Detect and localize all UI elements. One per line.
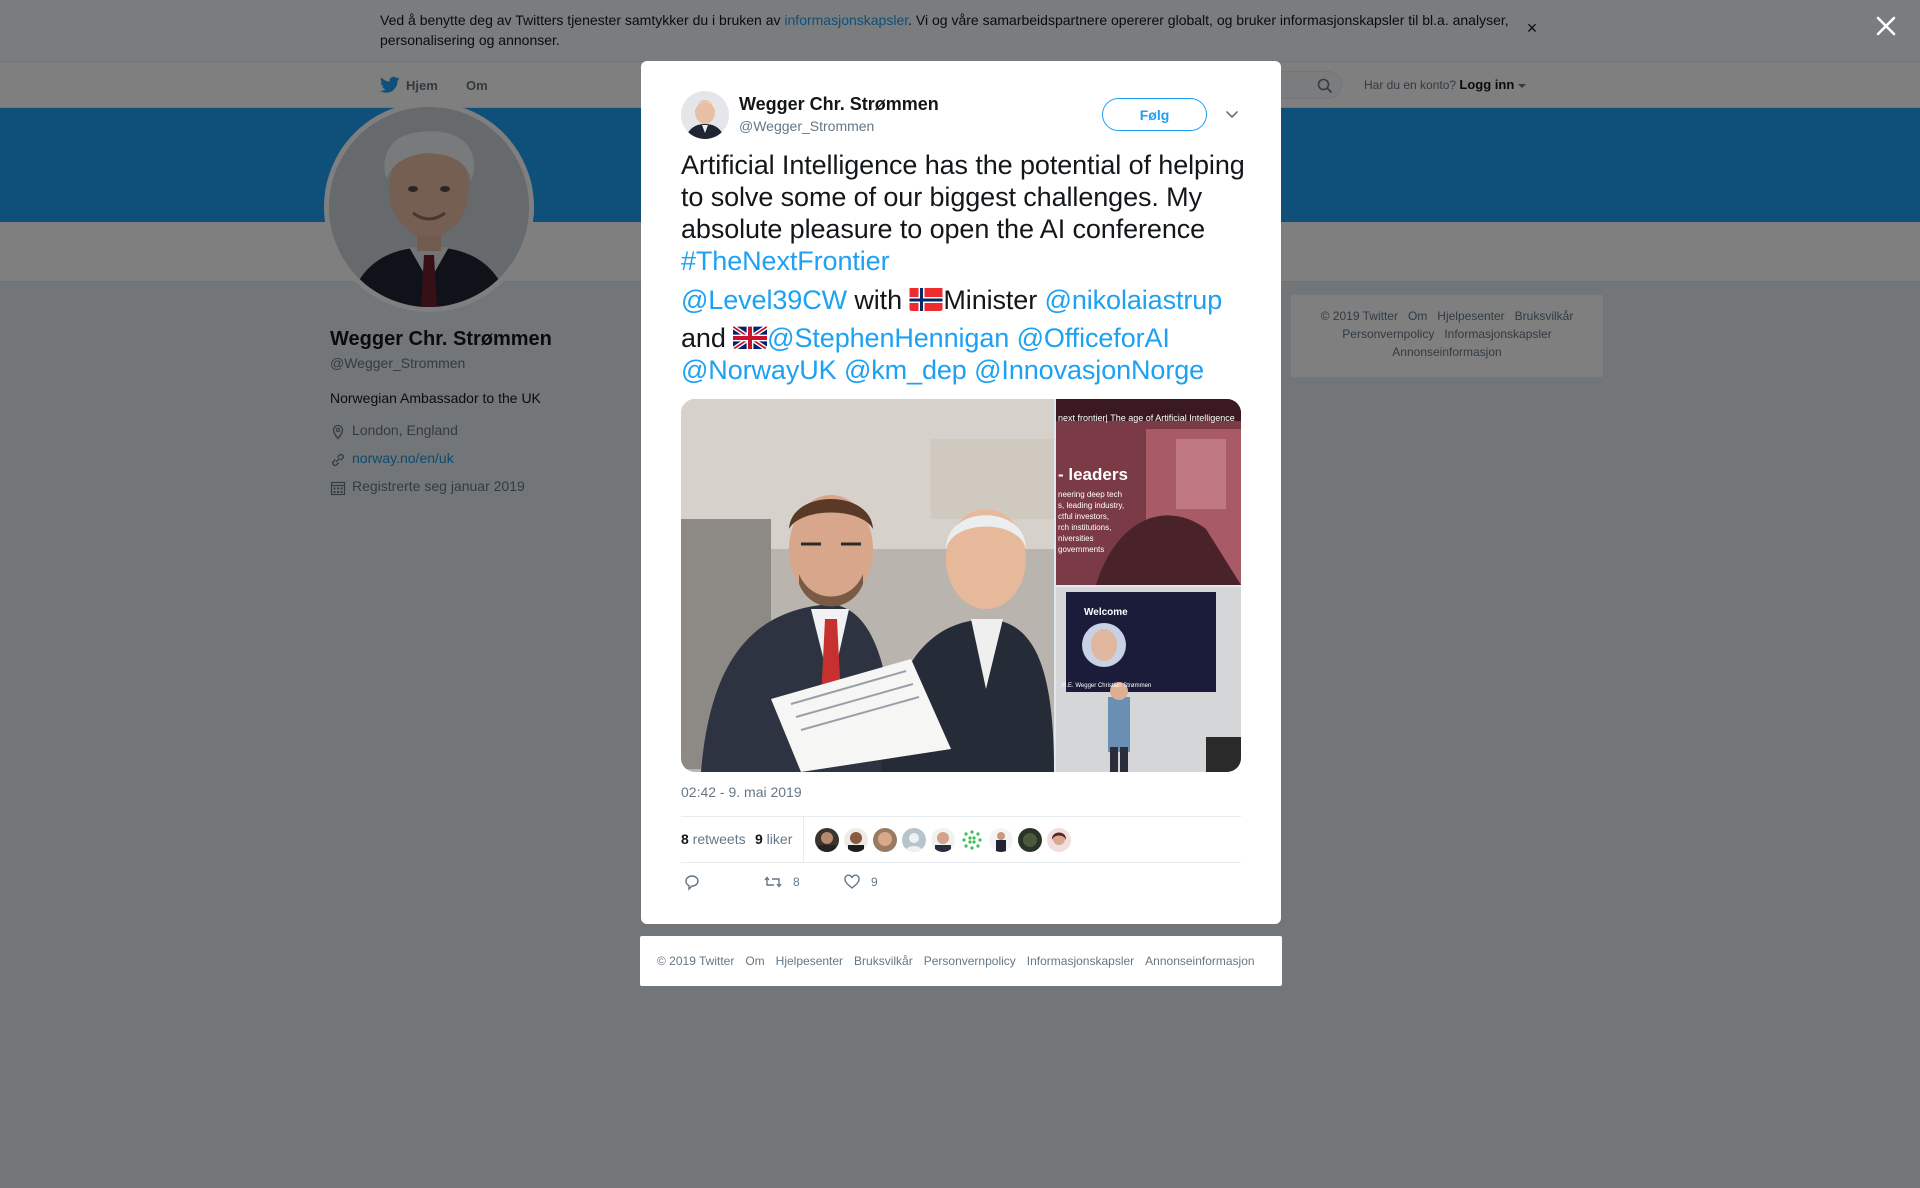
tweet-text: Artificial Intelligence has the potentia…: [681, 149, 1253, 386]
like-action-count: 9: [871, 875, 878, 889]
tweet-photo-stage[interactable]: Welcome H.E. Wegger Christian Strømmen: [1056, 587, 1241, 772]
tweet-line-2: @Level39CW with Minister @nikolaiastrup: [681, 284, 1253, 316]
liker-avatar[interactable]: [815, 828, 839, 852]
tweet-photo-slide[interactable]: next frontier| The age of Artificial Int…: [1056, 399, 1241, 585]
follow-button[interactable]: Følg: [1102, 98, 1207, 131]
slide-line: s, leading industry,: [1058, 501, 1125, 510]
retweet-count-value: 8: [681, 831, 689, 847]
photo-two-men-reading: [681, 399, 1054, 772]
retweet-count-label: retweets: [688, 831, 746, 847]
liker-avatar[interactable]: [873, 828, 897, 852]
reply-icon: [685, 875, 699, 891]
mention-link-officeforai[interactable]: @OfficeforAI: [1017, 323, 1170, 353]
tweet-line-3: and @StephenHennigan @OfficeforAI @Norwa…: [681, 322, 1253, 386]
tweet-author-handle[interactable]: @Wegger_Strommen: [739, 117, 874, 135]
tweet-timestamp[interactable]: 02:42 - 9. mai 2019: [681, 783, 802, 801]
retweet-action-count: 8: [793, 875, 800, 889]
slide-heading: - leaders: [1058, 465, 1128, 484]
tweet-text-with: with: [846, 285, 910, 315]
like-button[interactable]: 9: [843, 873, 878, 891]
liker-avatar[interactable]: [989, 828, 1013, 852]
modal-footer-ads-info[interactable]: Annonseinformasjon: [1145, 954, 1254, 968]
close-icon[interactable]: [1872, 12, 1900, 40]
reply-button[interactable]: [683, 873, 701, 891]
stats-divider: [803, 817, 804, 863]
author-avatar-image: [681, 91, 729, 139]
liker-avatars: [815, 828, 1071, 852]
retweet-button[interactable]: 8: [763, 873, 800, 891]
tweet-stats: 8 retweets 9 liker: [681, 816, 1241, 863]
retweet-count[interactable]: 8 retweets: [681, 831, 746, 847]
chevron-down-icon[interactable]: [1223, 105, 1241, 123]
slide-line: ctful investors,: [1058, 512, 1110, 521]
heart-icon: [844, 874, 860, 889]
like-count-value: 9: [755, 831, 763, 847]
mention-link-level39[interactable]: @Level39CW: [681, 285, 847, 315]
tweet-text-body: Artificial Intelligence has the potentia…: [681, 150, 1245, 244]
mention-link-innovasjonnorge[interactable]: @InnovasjonNorge: [974, 355, 1204, 385]
slide-line: niversities: [1058, 534, 1094, 543]
liker-avatar[interactable]: [960, 828, 984, 852]
slide-title: next frontier| The age of Artificial Int…: [1058, 413, 1235, 423]
modal-footer: © 2019 Twitter Om Hjelpesenter Bruksvilk…: [640, 936, 1282, 986]
slide-line: neering deep tech: [1058, 490, 1123, 499]
mention-link-stephenhennigan[interactable]: @StephenHennigan: [767, 323, 1009, 353]
mention-link-norwayuk[interactable]: @NorwayUK: [681, 355, 837, 385]
tweet-modal: Wegger Chr. Strømmen @Wegger_Strommen Fø…: [641, 61, 1281, 924]
modal-footer-copyright: © 2019 Twitter: [657, 954, 735, 968]
tweet-text-minister: Minister: [943, 285, 1045, 315]
tweet-photo-main[interactable]: [681, 399, 1054, 772]
uk-flag-icon: [733, 325, 768, 349]
tweet-author-name[interactable]: Wegger Chr. Strømmen: [739, 93, 939, 115]
tweet-text-and: and: [681, 323, 734, 353]
slide-line: governments: [1058, 545, 1105, 554]
like-count[interactable]: 9 liker: [755, 831, 792, 847]
liker-avatar[interactable]: [931, 828, 955, 852]
mention-link-nikolaiastrup[interactable]: @nikolaiastrup: [1045, 285, 1223, 315]
mention-link-km-dep[interactable]: @km_dep: [844, 355, 967, 385]
modal-footer-terms[interactable]: Bruksvilkår: [854, 954, 913, 968]
tweet-author-avatar[interactable]: [681, 91, 729, 139]
liker-avatar[interactable]: [844, 828, 868, 852]
modal-footer-privacy[interactable]: Personvernpolicy: [924, 954, 1016, 968]
liker-avatar[interactable]: [1047, 828, 1071, 852]
norway-flag-icon: [909, 287, 943, 311]
modal-footer-cookies[interactable]: Informasjonskapsler: [1027, 954, 1134, 968]
modal-footer-about[interactable]: Om: [745, 954, 764, 968]
slide-lines: neering deep tech s, leading industry, c…: [1058, 489, 1124, 555]
liker-avatar[interactable]: [1018, 828, 1042, 852]
stage-welcome-text: Welcome: [1084, 607, 1128, 618]
modal-footer-help[interactable]: Hjelpesenter: [776, 954, 843, 968]
slide-line: rch institutions,: [1058, 523, 1112, 532]
tweet-media-grid: next frontier| The age of Artificial Int…: [681, 399, 1241, 772]
hashtag-link[interactable]: #TheNextFrontier: [681, 246, 890, 276]
liker-avatar[interactable]: [902, 828, 926, 852]
like-count-label: liker: [762, 831, 793, 847]
retweet-icon: [764, 876, 782, 888]
tweet-actions: 8 9: [681, 873, 1241, 903]
stage-caption: H.E. Wegger Christian Strømmen: [1062, 683, 1152, 689]
